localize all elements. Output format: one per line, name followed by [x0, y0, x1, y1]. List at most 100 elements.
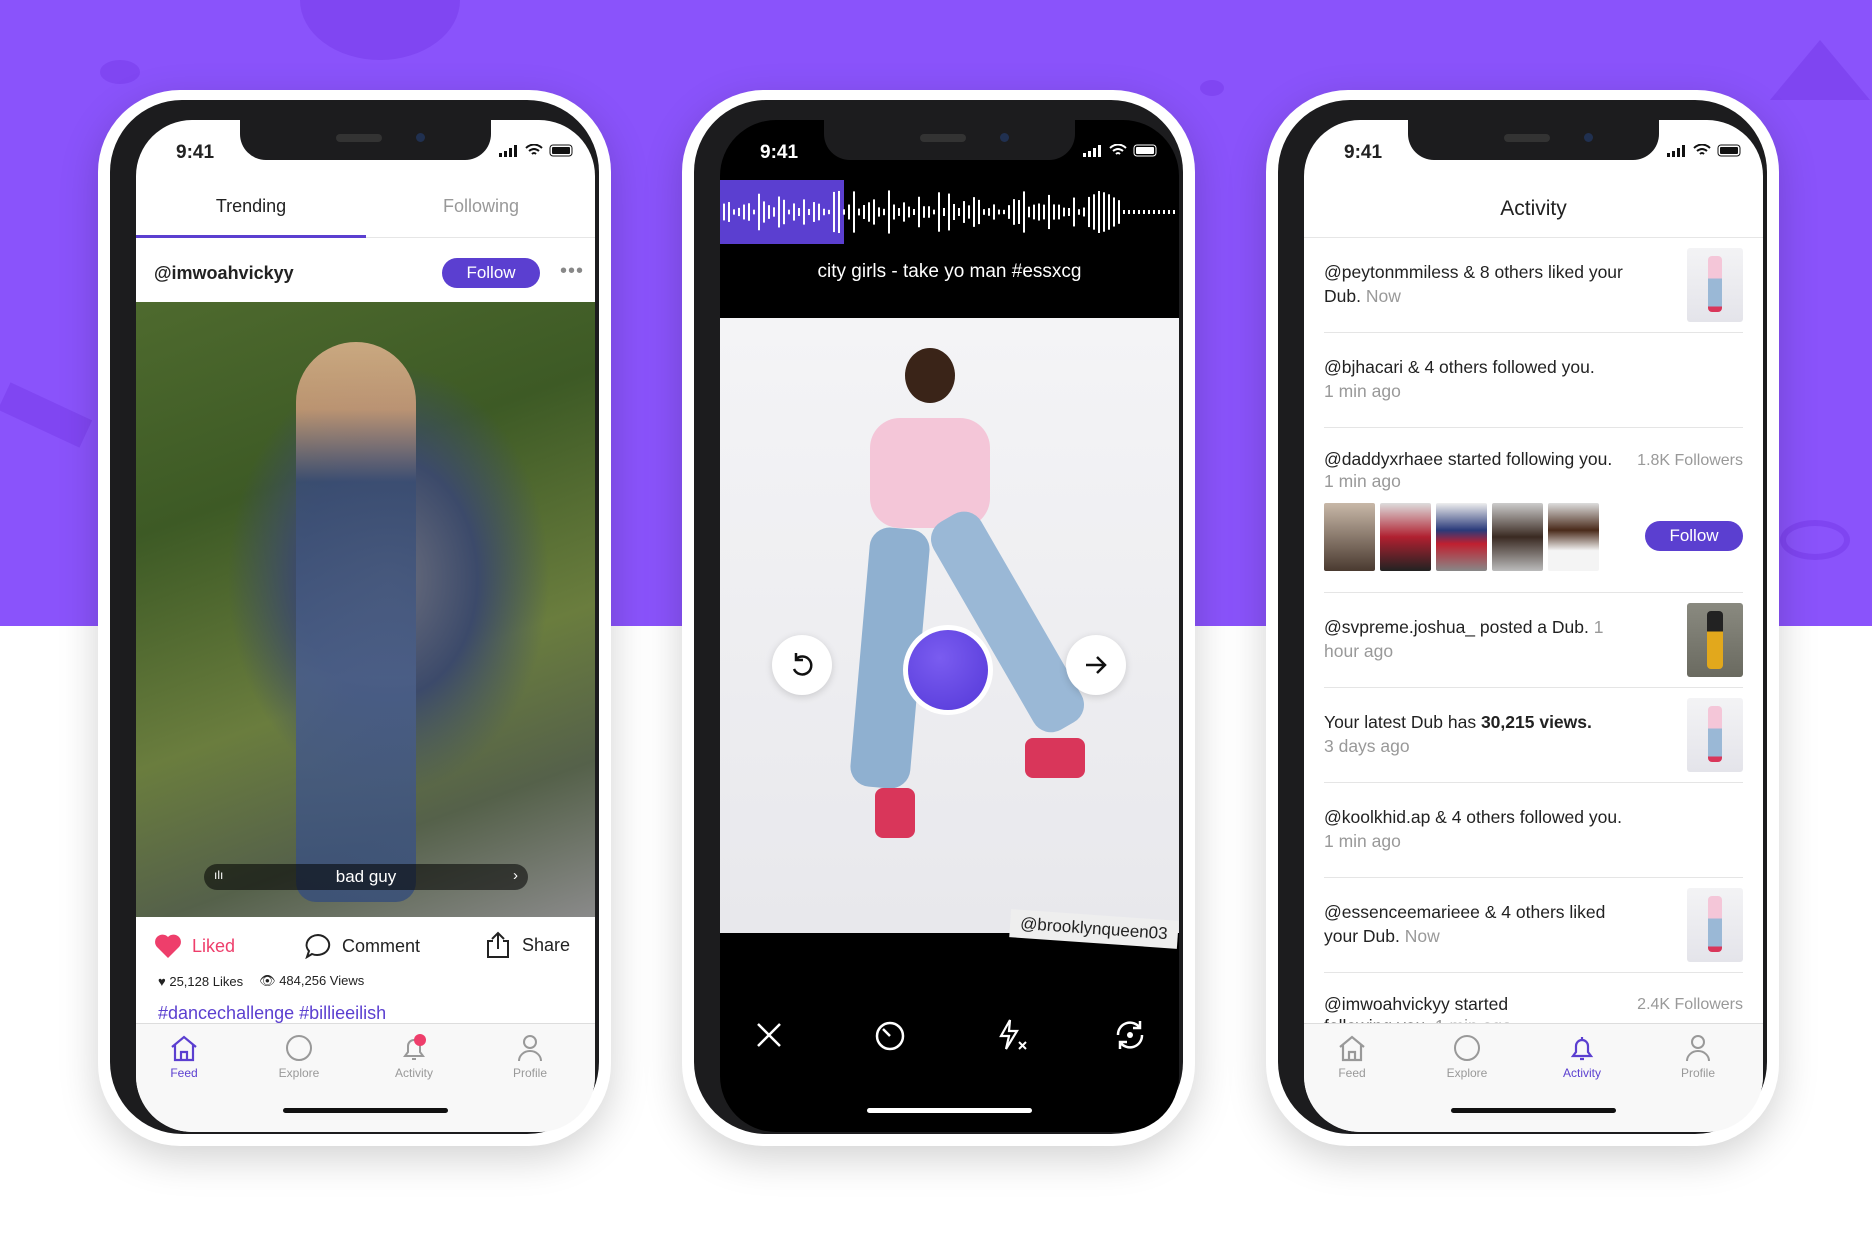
tab-explore[interactable]: Explore	[1427, 1034, 1507, 1080]
activity-item[interactable]: @koolkhid.ap & 4 others followed you. 1 m…	[1324, 783, 1743, 878]
waveform-bar	[913, 209, 915, 215]
dub-thumbnail[interactable]	[1687, 603, 1743, 677]
waveform-bar	[933, 209, 935, 215]
likes-count: ♥ 25,128 Likes	[158, 973, 244, 989]
waveform-bar	[958, 208, 960, 216]
battery-icon	[1717, 144, 1741, 157]
waveform-bar	[838, 190, 840, 234]
flip-camera-icon[interactable]	[1113, 1018, 1147, 1052]
comment-button[interactable]: Comment	[304, 933, 420, 959]
video-thumbnail[interactable]	[1380, 503, 1431, 571]
waveform-bar	[948, 193, 950, 231]
waveform-bar	[858, 208, 860, 216]
flash-off-icon[interactable]	[995, 1018, 1029, 1052]
tab-profile[interactable]: Profile	[1658, 1034, 1738, 1080]
camera-screen: 9:41 city girls - take yo man #essxcg @b…	[720, 120, 1179, 1132]
waveform-bar	[1123, 210, 1125, 214]
waveform-bar	[1168, 210, 1170, 214]
waveform-bar	[743, 204, 745, 220]
tab-activity[interactable]: Activity	[1542, 1034, 1622, 1080]
heart-icon	[155, 934, 181, 958]
waveform-bar	[1158, 210, 1160, 214]
comment-icon	[305, 933, 331, 959]
undo-icon	[792, 653, 813, 676]
waveform-bar	[963, 201, 965, 223]
song-pill[interactable]: ılı bad guy ›	[204, 864, 528, 890]
activity-item[interactable]: @daddyxrhaee started following you. 1 mi…	[1324, 428, 1743, 593]
dancer-top	[870, 418, 990, 528]
dub-thumbnail[interactable]	[1687, 888, 1743, 962]
next-button[interactable]	[1066, 635, 1126, 695]
waveform-bar	[928, 206, 930, 218]
tab-profile[interactable]: Profile	[490, 1034, 570, 1080]
waveform-bar	[943, 207, 945, 217]
activity-item[interactable]: @peytonmmiless & 8 others liked your Dub…	[1324, 238, 1743, 333]
waveform-bar	[1108, 194, 1110, 230]
activity-item[interactable]: @bjhacari & 4 others followed you. 1 min …	[1324, 333, 1743, 428]
dub-thumbnail[interactable]	[1687, 248, 1743, 322]
record-button[interactable]	[903, 625, 993, 715]
waveform-bar	[938, 192, 940, 232]
follow-button[interactable]: Follow	[1645, 521, 1743, 551]
waveform-bar	[878, 207, 880, 217]
wifi-icon	[1109, 144, 1127, 155]
dancer-boot	[1025, 738, 1085, 778]
activity-item[interactable]: @svpreme.joshua_ posted a Dub. 1 hour ag…	[1324, 593, 1743, 688]
waveform-bar	[923, 206, 925, 218]
tab-explore[interactable]: Explore	[259, 1034, 339, 1080]
video-thumbnail[interactable]	[1492, 503, 1543, 571]
dancer-boot	[875, 788, 915, 838]
tab-trending[interactable]: Trending	[136, 196, 366, 217]
waveform-bar	[1038, 203, 1040, 221]
waveform-bar	[1088, 196, 1090, 228]
tab-bar: Feed Explore Activity Profile	[1304, 1023, 1763, 1132]
waveform-bar	[1078, 209, 1080, 215]
wifi-icon	[1693, 144, 1711, 155]
waveform-bar	[883, 208, 885, 216]
waveform-bar	[1003, 209, 1005, 215]
tab-feed[interactable]: Feed	[1312, 1034, 1392, 1080]
video-thumbnail[interactable]	[1436, 503, 1487, 571]
notification-badge	[414, 1034, 426, 1046]
waveform-bar	[813, 202, 815, 222]
follower-count: 1.8K Followers	[1637, 452, 1743, 469]
follow-button[interactable]: Follow	[442, 258, 540, 288]
waveform-bar	[998, 209, 1000, 215]
undo-button[interactable]	[772, 635, 832, 695]
tab-feed[interactable]: Feed	[144, 1034, 224, 1080]
tab-activity[interactable]: Activity	[374, 1034, 454, 1080]
tab-following[interactable]: Following	[366, 196, 595, 217]
waveform-bar	[793, 203, 795, 221]
video-thumbnail[interactable]	[1548, 503, 1599, 571]
waveform-bar	[898, 208, 900, 216]
ellipsis-icon[interactable]: •••	[560, 260, 584, 283]
waveform-bar	[808, 208, 810, 216]
waveform-bar	[993, 204, 995, 220]
waveform-bar	[783, 199, 785, 225]
signal-icon	[1667, 144, 1685, 157]
close-icon[interactable]	[754, 1020, 784, 1050]
waveform-bar	[1053, 204, 1055, 220]
audio-waveform[interactable]	[720, 180, 1179, 244]
waveform-bar	[723, 203, 725, 221]
waveform-bar	[978, 199, 980, 225]
activity-item[interactable]: Your latest Dub has 30,215 views. 3 days …	[1324, 688, 1743, 783]
waveform-bar	[1118, 200, 1120, 224]
waveform-bar	[1063, 207, 1065, 217]
post-video[interactable]: ılı bad guy ›	[136, 302, 595, 917]
like-button[interactable]: Liked	[154, 933, 235, 959]
activity-item[interactable]: @essenceemarieee & 4 others liked your D…	[1324, 878, 1743, 973]
liked-label: Liked	[192, 935, 236, 956]
video-thumbnail[interactable]	[1324, 503, 1375, 571]
share-button[interactable]: Share	[484, 931, 570, 959]
waveform-bar	[1018, 200, 1020, 224]
status-icons	[499, 144, 575, 157]
post-username[interactable]: @imwoahvickyy	[154, 263, 294, 284]
dub-thumbnail[interactable]	[1687, 698, 1743, 772]
profile-icon	[1686, 1035, 1710, 1062]
hashtags[interactable]: #dancechallenge #billieeilish	[158, 1003, 386, 1024]
waveform-bar	[1093, 194, 1095, 230]
timer-icon[interactable]	[873, 1018, 907, 1052]
decor-shape	[1780, 520, 1850, 560]
waveform-bar	[1148, 210, 1150, 214]
